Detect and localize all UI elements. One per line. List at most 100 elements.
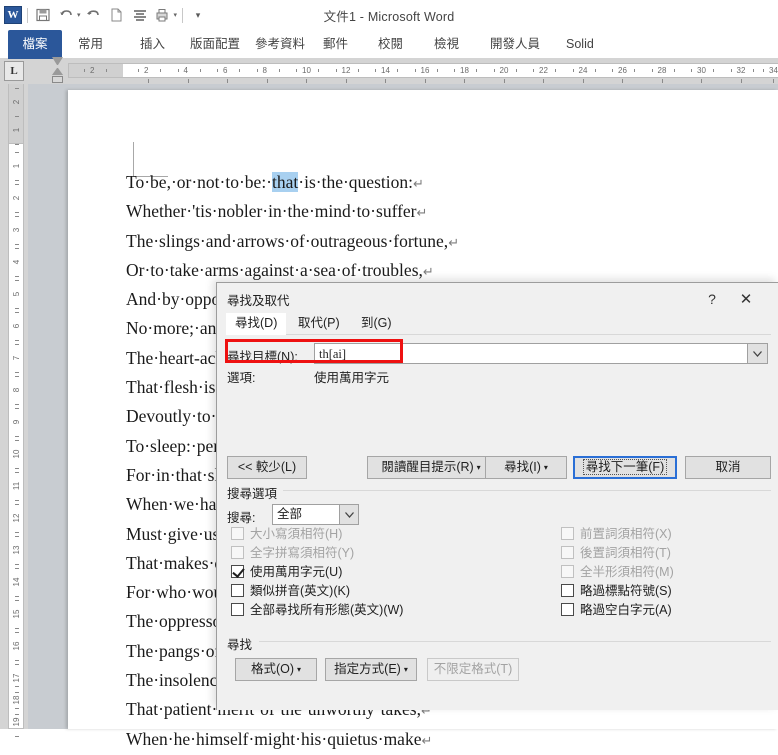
- document-line[interactable]: Or·to·take·arms·against·a·sea·of·trouble…: [126, 256, 766, 285]
- vertical-ruler-tick-label: 13: [12, 545, 21, 555]
- vertical-ruler-tick: [15, 276, 19, 277]
- ribbon-tab-7[interactable]: 檢視: [424, 30, 469, 59]
- left-indent-marker[interactable]: [52, 76, 63, 83]
- vertical-ruler-tick: [15, 600, 19, 601]
- close-icon[interactable]: ✕: [732, 288, 760, 310]
- ruler-tick: [763, 69, 764, 72]
- search-option-right-4[interactable]: 略過空白字元(A): [561, 602, 672, 621]
- chevron-down-icon: ▾: [543, 463, 548, 472]
- vertical-ruler[interactable]: 2 1 1 2 3 4 5 6 7 8 9 10 11 12 13 14 15 16 17 18 19: [8, 84, 24, 737]
- ribbon-tab-label: 版面配置: [190, 37, 241, 51]
- checkbox-icon[interactable]: [231, 603, 244, 616]
- find-in-button[interactable]: 尋找(I) ▾: [485, 456, 567, 479]
- hanging-indent-marker[interactable]: [52, 67, 63, 75]
- checkbox-icon: [231, 527, 244, 540]
- help-icon[interactable]: ?: [700, 288, 724, 310]
- dialog-tab-1[interactable]: 取代(P): [289, 313, 349, 335]
- vertical-ruler-tick-label: 19: [12, 717, 21, 727]
- vertical-ruler-tick: [15, 344, 19, 345]
- ribbon-tab-4[interactable]: 參考資料: [245, 30, 315, 59]
- search-option-left-2[interactable]: 使用萬用字元(U): [231, 564, 342, 583]
- ruler-tick-label: 8: [262, 66, 267, 75]
- vertical-ruler-tick: [15, 280, 19, 281]
- ruler-tick-label: 20: [499, 66, 509, 75]
- checkbox-label: 後置詞須相符(T): [580, 546, 671, 560]
- document-line[interactable]: The·slings·and·arrows·of·outrageous·fort…: [126, 227, 766, 256]
- ruler-tick-label: 24: [578, 66, 588, 75]
- dialog-tab-label: 尋找(D): [235, 316, 278, 330]
- vertical-ruler-tick-label: 12: [12, 513, 21, 523]
- checkbox-label: 類似拼音(英文)(K): [250, 584, 350, 598]
- page-title: 文件1 - Microsoft Word: [323, 10, 455, 24]
- ribbon-tab-label: 檢視: [434, 37, 460, 51]
- ribbon-tab-2[interactable]: 插入: [130, 30, 175, 59]
- checkbox-icon[interactable]: [561, 603, 574, 616]
- vertical-ruler-tick: [15, 596, 19, 597]
- vertical-ruler-tick-label: 2: [12, 99, 21, 105]
- search-option-right-2: 全半形須相符(M): [561, 564, 674, 583]
- paragraph-mark-icon: ↵: [416, 205, 428, 221]
- checkbox-label: 略過標點符號(S): [580, 584, 672, 598]
- vertical-ruler-tick-label: 17: [12, 673, 21, 683]
- ruler-tick: [515, 69, 517, 72]
- ruler-tick-label: 28: [657, 66, 667, 75]
- dialog-tab-0[interactable]: 尋找(D): [226, 313, 287, 335]
- checkbox-icon[interactable]: [231, 565, 244, 578]
- ribbon-tab-1[interactable]: 常用: [68, 30, 113, 59]
- search-scope-dropdown-icon[interactable]: [340, 504, 359, 525]
- find-next-button[interactable]: 尋找下一筆(F): [573, 456, 677, 479]
- selected-text[interactable]: that: [272, 172, 299, 192]
- dialog-tab-2[interactable]: 到(G): [352, 313, 401, 335]
- checkbox-label: 前置詞須相符(X): [580, 527, 672, 541]
- ribbon-tab-9[interactable]: Solid: [556, 30, 604, 59]
- ruler-tick: [533, 69, 534, 72]
- search-scope-label: 搜尋:: [227, 511, 256, 525]
- ruler-bottom-tick: [503, 79, 505, 83]
- ribbon-tab-8[interactable]: 開發人員: [480, 30, 550, 59]
- checkbox-icon[interactable]: [231, 584, 244, 597]
- vertical-ruler-tick-label: 4: [12, 259, 21, 265]
- horizontal-ruler[interactable]: 2 2 4 6 8 10 12 14 16 18 20 22 24 26 28 30 32 34: [68, 63, 778, 78]
- ruler-tick: [713, 69, 714, 72]
- vertical-ruler-tick: [15, 152, 19, 153]
- search-option-right-3[interactable]: 略過標點符號(S): [561, 583, 672, 602]
- vertical-ruler-tick: [15, 216, 19, 217]
- ribbon-tab-0[interactable]: 檔案: [8, 30, 62, 59]
- ruler-tick-label: 30: [697, 66, 706, 75]
- less-button[interactable]: << 較少(L): [227, 456, 307, 479]
- ruler-bottom-tick: [582, 79, 584, 83]
- vertical-ruler-tick: [15, 248, 19, 249]
- ribbon-tab-label: 開發人員: [490, 37, 541, 51]
- vertical-ruler-tick: [15, 88, 19, 89]
- ruler-tick-label: 34: [769, 66, 778, 75]
- vertical-ruler-tick: [15, 340, 19, 341]
- document-line[interactable]: To·be,·or·not·to·be:·that·is·the·questio…: [126, 168, 766, 197]
- search-scope-select[interactable]: 全部: [272, 504, 340, 525]
- find-what-dropdown-icon[interactable]: [748, 343, 768, 364]
- ruler-tick: [397, 69, 398, 72]
- search-option-left-1: 全字拼寫須相符(Y): [231, 545, 354, 564]
- search-option-left-3[interactable]: 類似拼音(英文)(K): [231, 583, 350, 602]
- reading-highlight-button[interactable]: 閱讀醒目提示(R) ▾: [367, 456, 495, 479]
- vertical-ruler-tick: [15, 312, 19, 313]
- document-line[interactable]: Whether·'tis·nobler·in·the·mind·to·suffe…: [126, 197, 766, 226]
- ribbon-tab-5[interactable]: 郵件: [313, 30, 358, 59]
- tab-stop-selector-icon[interactable]: L: [4, 61, 24, 81]
- format-button[interactable]: 格式(O) ▾: [235, 658, 317, 681]
- special-label: 指定方式(E): [334, 662, 401, 676]
- ruler-tick-label: 18: [460, 66, 469, 75]
- special-button[interactable]: 指定方式(E) ▾: [325, 658, 417, 681]
- paragraph-mark-icon: ↵: [422, 263, 434, 279]
- vertical-ruler-tick-label: 8: [12, 387, 21, 393]
- search-option-left-4[interactable]: 全部尋找所有形態(英文)(W): [231, 602, 403, 621]
- cancel-button[interactable]: 取消: [685, 456, 771, 479]
- vertical-ruler-tick: [15, 372, 19, 373]
- ribbon-tab-3[interactable]: 版面配置: [180, 30, 250, 59]
- vertical-ruler-tick: [15, 308, 19, 309]
- document-line[interactable]: When·he·himself·might·his·quietus·make↵: [126, 725, 766, 754]
- checkbox-icon[interactable]: [561, 584, 574, 597]
- vertical-ruler-tick: [15, 686, 19, 687]
- vertical-ruler-tick: [15, 664, 19, 665]
- first-line-indent-marker[interactable]: [52, 57, 63, 66]
- ribbon-tab-6[interactable]: 校閱: [368, 30, 413, 59]
